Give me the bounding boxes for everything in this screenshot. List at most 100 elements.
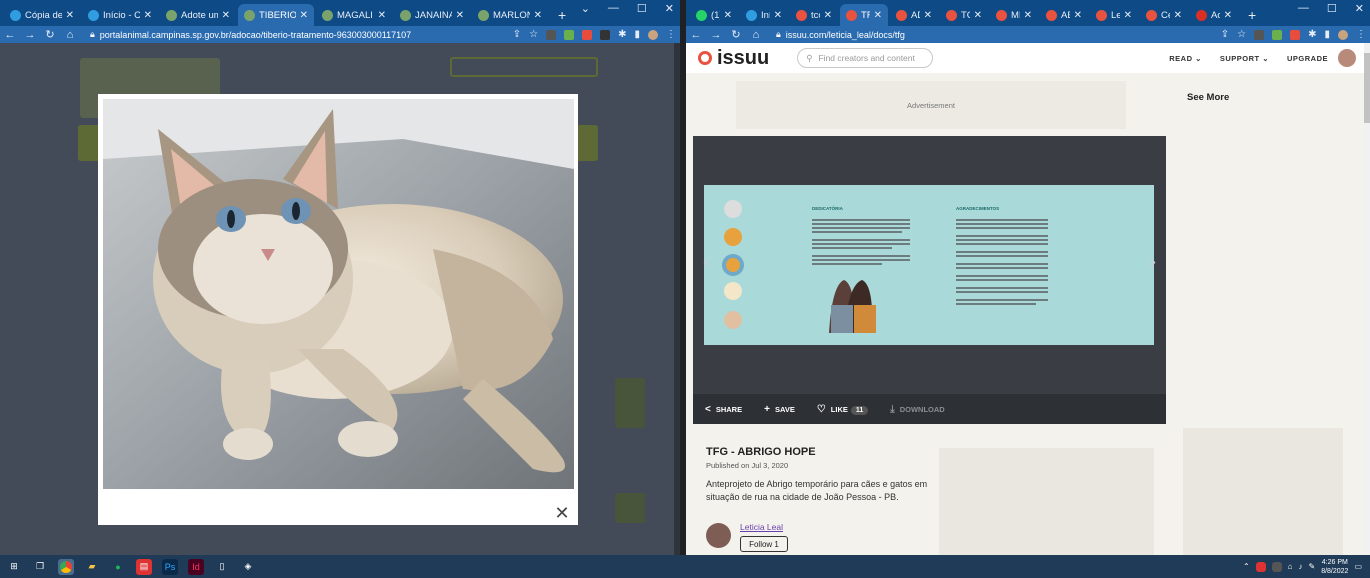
star-icon[interactable]: ☆ — [529, 29, 538, 40]
close-lightbox-button[interactable]: ✕ — [552, 503, 572, 523]
tab-item[interactable]: ADC ✕ — [890, 4, 938, 26]
tray-icon[interactable] — [1271, 561, 1282, 572]
puzzle-icon[interactable]: ✱ — [1308, 29, 1316, 40]
tab-item[interactable]: Adot ✕ — [1190, 4, 1238, 26]
issuu-logo[interactable]: issuu — [698, 47, 769, 70]
volume-icon[interactable]: ♪ — [1298, 562, 1302, 571]
windows-start-icon[interactable]: ⊞ — [6, 559, 22, 575]
share-icon[interactable]: ⇪ — [513, 29, 521, 40]
file-explorer-icon[interactable]: ▰ — [84, 559, 100, 575]
close-tab-icon[interactable]: ✕ — [534, 10, 542, 21]
extension-icon[interactable] — [1254, 29, 1265, 40]
home-icon[interactable]: ⌂ — [750, 29, 762, 41]
minimize-icon[interactable]: — — [1298, 2, 1309, 15]
close-tab-icon[interactable]: ✕ — [66, 10, 74, 21]
close-tab-icon[interactable]: ✕ — [1074, 10, 1082, 21]
profile-avatar[interactable] — [1338, 29, 1348, 40]
star-icon[interactable]: ☆ — [1237, 29, 1246, 40]
extension-icon[interactable] — [546, 29, 557, 40]
scrollbar[interactable] — [674, 43, 680, 555]
close-tab-icon[interactable]: ✕ — [824, 10, 832, 21]
maximize-icon[interactable]: ☐ — [637, 2, 647, 15]
chevron-down-icon[interactable]: ⌄ — [581, 2, 590, 15]
close-tab-icon[interactable]: ✕ — [144, 10, 152, 21]
puzzle-icon[interactable]: ✱ — [618, 29, 626, 40]
tab-item[interactable]: MI-A ✕ — [990, 4, 1038, 26]
menu-read[interactable]: READ ⌄ — [1169, 54, 1202, 63]
pen-icon[interactable]: ✎ — [1308, 562, 1315, 571]
more-icon[interactable]: ⋮ — [666, 29, 676, 40]
extension-icon[interactable] — [564, 29, 575, 40]
share-button[interactable]: < SHARE — [705, 404, 742, 415]
author-link[interactable]: Leticia Leal — [740, 522, 783, 532]
close-tab-icon[interactable]: ✕ — [300, 10, 308, 21]
home-icon[interactable]: ⌂ — [64, 29, 76, 41]
tab-item[interactable]: Início - Canva ✕ — [82, 4, 158, 26]
back-icon[interactable]: ← — [690, 29, 702, 41]
close-tab-icon[interactable]: ✕ — [774, 10, 782, 21]
close-tab-icon[interactable]: ✕ — [724, 10, 732, 21]
tab-active[interactable]: TFG ✕ — [840, 4, 888, 26]
close-tab-icon[interactable]: ✕ — [924, 10, 932, 21]
extension-icon[interactable] — [600, 29, 611, 40]
close-tab-icon[interactable]: ✕ — [222, 10, 230, 21]
reload-icon[interactable]: ↻ — [730, 28, 742, 41]
tab-item[interactable]: (1) W ✕ — [690, 4, 738, 26]
menu-upgrade[interactable]: UPGRADE — [1287, 54, 1328, 63]
tab-item[interactable]: MAGALI - EM ✕ — [316, 4, 392, 26]
extension-icon[interactable] — [582, 29, 593, 40]
search-input[interactable]: ⚲ Find creators and content — [797, 48, 934, 68]
tray-icon[interactable] — [1255, 561, 1266, 572]
pdf-reader-icon[interactable]: ▤ — [136, 558, 152, 575]
user-avatar[interactable] — [1338, 49, 1356, 67]
close-tab-icon[interactable]: ✕ — [1124, 10, 1132, 21]
close-tab-icon[interactable]: ✕ — [1024, 10, 1032, 21]
photoshop-icon[interactable]: Ps — [162, 558, 178, 575]
close-tab-icon[interactable]: ✕ — [1174, 10, 1182, 21]
chrome-icon[interactable] — [58, 558, 74, 575]
maximize-icon[interactable]: ☐ — [1327, 2, 1337, 15]
profile-avatar[interactable] — [648, 29, 658, 40]
tab-item[interactable]: MARLON | Por ✕ — [472, 4, 548, 26]
back-icon[interactable]: ← — [4, 29, 16, 41]
extension-icon[interactable] — [1272, 29, 1283, 40]
indesign-icon[interactable]: Id — [188, 558, 204, 575]
author-avatar[interactable] — [706, 523, 731, 548]
see-more-link[interactable]: See More — [1187, 92, 1229, 103]
forward-icon[interactable]: → — [710, 29, 722, 41]
close-tab-icon[interactable]: ✕ — [456, 10, 464, 21]
minimize-icon[interactable]: — — [608, 2, 619, 15]
sidebar-icon[interactable]: ▮ — [634, 29, 640, 40]
next-page-icon[interactable]: › — [1149, 251, 1156, 274]
tab-item[interactable]: TCC ✕ — [940, 4, 988, 26]
tab-active[interactable]: TIBERIO - EM ✕ — [238, 4, 314, 26]
url-field[interactable]: 🔒︎ portalanimal.campinas.sp.gov.br/adoca… — [84, 27, 505, 42]
new-tab-button[interactable]: + — [550, 4, 574, 26]
forward-icon[interactable]: → — [24, 29, 36, 41]
chevron-up-icon[interactable]: ⌃ — [1243, 562, 1250, 571]
share-icon[interactable]: ⇪ — [1221, 29, 1229, 40]
tab-item[interactable]: Adote um ami ✕ — [160, 4, 236, 26]
tab-item[interactable]: Cent ✕ — [1140, 4, 1188, 26]
tab-item[interactable]: Início ✕ — [740, 4, 788, 26]
sidebar-icon[interactable]: ▮ — [1324, 29, 1330, 40]
like-button[interactable]: ♡ LIKE 11 — [817, 404, 869, 415]
tab-item[interactable]: ABR ✕ — [1040, 4, 1088, 26]
notifications-icon[interactable]: ▭ — [1354, 562, 1362, 571]
url-field[interactable]: 🔒︎ issuu.com/leticia_leal/docs/tfg — [770, 27, 1213, 42]
more-icon[interactable]: ⋮ — [1356, 29, 1366, 40]
close-tab-icon[interactable]: ✕ — [974, 10, 982, 21]
tab-item[interactable]: Leitu ✕ — [1090, 4, 1138, 26]
download-button[interactable]: ⤓ DOWNLOAD — [890, 404, 944, 415]
spotify-icon[interactable]: ● — [110, 559, 126, 575]
scrollbar[interactable] — [1364, 43, 1370, 555]
tab-item[interactable]: JANAINA - EM ✕ — [394, 4, 470, 26]
follow-button[interactable]: Follow 1 — [740, 536, 788, 552]
reload-icon[interactable]: ↻ — [44, 28, 56, 41]
close-tab-icon[interactable]: ✕ — [874, 10, 882, 21]
close-tab-icon[interactable]: ✕ — [378, 10, 386, 21]
new-tab-button[interactable]: + — [1240, 4, 1264, 26]
task-view-icon[interactable]: ❐ — [32, 559, 48, 575]
close-tab-icon[interactable]: ✕ — [1224, 10, 1232, 21]
tab-item[interactable]: Cópia de CAD ✕ — [4, 4, 80, 26]
